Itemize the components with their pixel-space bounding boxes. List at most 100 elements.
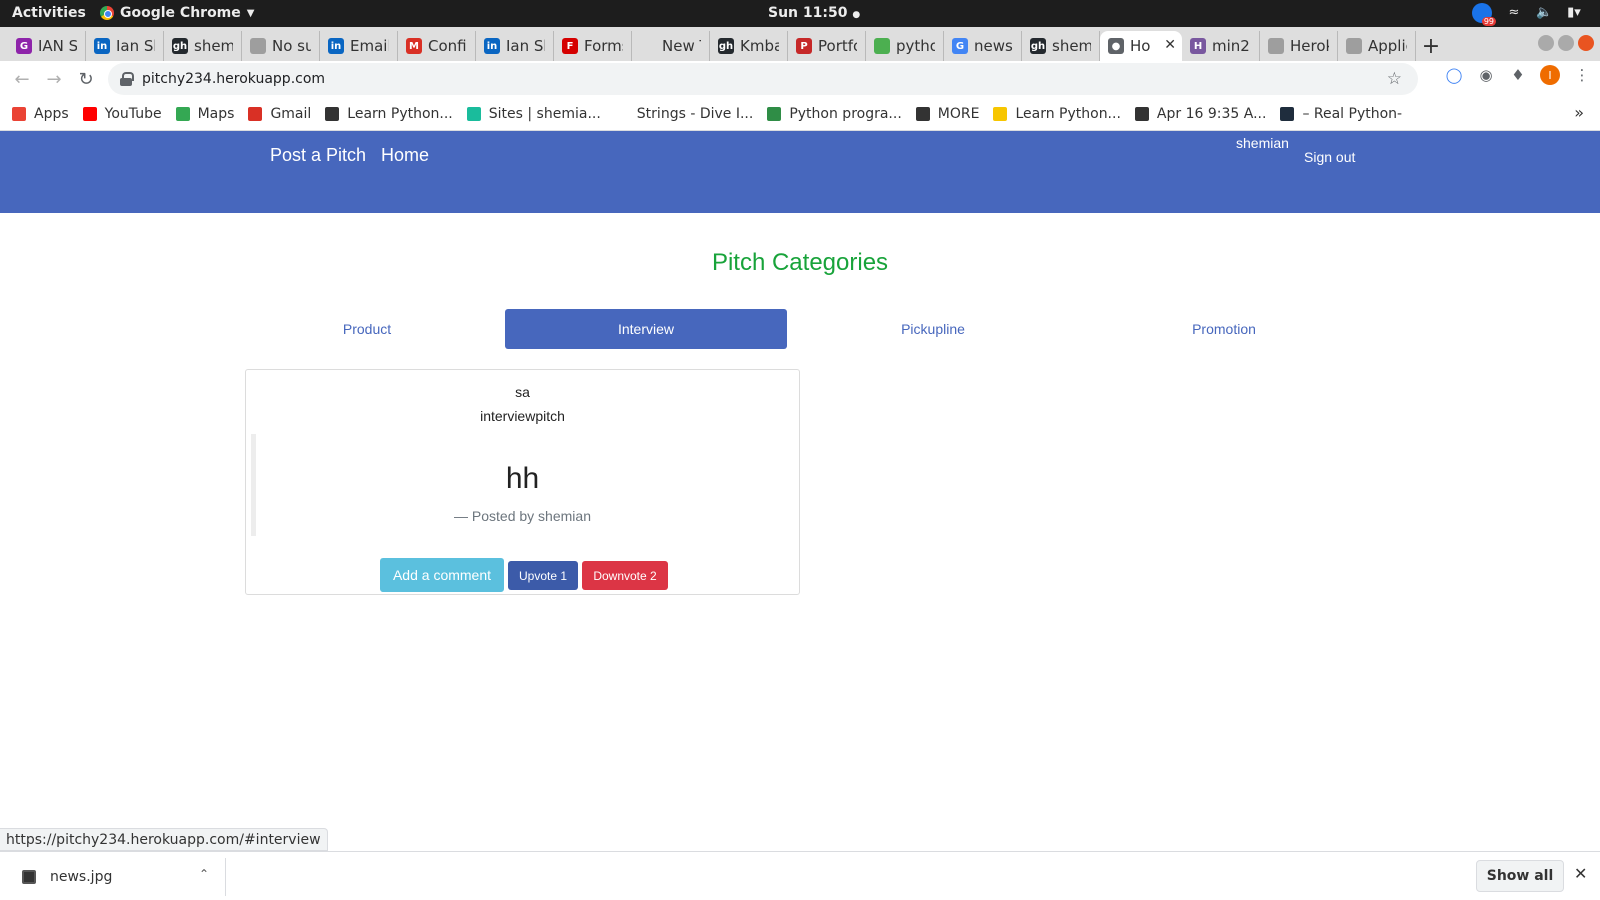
add-comment-button[interactable]: Add a comment	[380, 558, 504, 592]
browser-tab[interactable]: Gnews	[944, 31, 1022, 61]
bookmark-item[interactable]: Apr 16 9:35 A...	[1134, 105, 1267, 122]
post-pitch-link[interactable]: Post a Pitch	[270, 145, 366, 166]
tab-title: Applic	[1368, 37, 1407, 55]
bookmark-item[interactable]: Python progra...	[767, 105, 902, 122]
bookmark-item[interactable]: Gmail	[248, 106, 311, 122]
tab-title: Ian Sh	[116, 37, 155, 55]
browser-tab[interactable]: G IAN SH	[8, 31, 86, 61]
favicon-icon	[874, 38, 890, 54]
chevron-up-icon[interactable]: ⌃	[199, 867, 209, 881]
bookmark-label: Apr 16 9:35 A...	[1156, 105, 1267, 122]
browser-tab[interactable]: in Ian Sh	[476, 31, 554, 61]
new-tab-button[interactable]: +	[1416, 31, 1446, 61]
tab-close-icon[interactable]: ✕	[1164, 37, 1176, 53]
sign-out-link[interactable]: Sign out	[1304, 149, 1355, 165]
favicon-icon: F	[562, 38, 578, 54]
system-tray[interactable]: 99 ≈ 🔈 ▮▾	[1472, 3, 1582, 26]
bookmark-item[interactable]: YouTube	[82, 106, 162, 122]
reload-icon[interactable]: ↻	[70, 63, 102, 95]
activities-button[interactable]: Activities	[12, 5, 86, 21]
pitch-author: sa	[515, 384, 530, 400]
bookmarks-bar: Apps YouTube Maps Gmail Learn Python... Sites…	[0, 97, 1600, 131]
username-link[interactable]: shemian	[1236, 135, 1289, 151]
chrome-icon	[100, 6, 114, 20]
bookmark-label: Python progra...	[789, 105, 902, 122]
forward-arrow-icon[interactable]: →	[38, 63, 70, 95]
bookmark-label: Sites | shemia...	[488, 105, 601, 122]
bookmark-item[interactable]: Learn Python...	[993, 105, 1121, 122]
browser-tab[interactable]: ghshemi	[1022, 31, 1100, 61]
browser-tab[interactable]: gh Kmba	[710, 31, 788, 61]
browser-tab[interactable]: P Portfo	[788, 31, 866, 61]
home-link[interactable]: Home	[381, 145, 429, 166]
browser-tab[interactable]: ghshemi	[164, 31, 242, 61]
notification-icon[interactable]: 99	[1472, 3, 1496, 26]
site-navbar: Post a Pitch Home shemian Sign out	[0, 131, 1600, 213]
tab-strip: GIAN SHinIan ShghshemiNo suinEmailMConfi…	[0, 27, 1600, 61]
favicon-icon: P	[796, 38, 812, 54]
minimize-icon[interactable]	[1538, 35, 1554, 51]
address-bar[interactable]: pitchy234.herokuapp.com ☆	[108, 63, 1418, 95]
bookmark-item[interactable]: MORE	[915, 106, 979, 122]
browser-tab[interactable]: in Email	[320, 31, 398, 61]
favicon-icon	[640, 38, 656, 54]
lock-icon[interactable]	[120, 72, 134, 86]
browser-tab[interactable]: Hmin25	[1182, 31, 1260, 61]
extension-icon[interactable]: ◉	[1476, 65, 1496, 85]
browser-tab[interactable]: pytho	[866, 31, 944, 61]
browser-tab[interactable]: Applic	[1338, 31, 1416, 61]
bookmark-item[interactable]: Maps	[175, 106, 234, 122]
puzzle-icon[interactable]: ♦	[1508, 65, 1528, 85]
back-arrow-icon[interactable]: ←	[6, 63, 38, 95]
image-file-icon	[22, 870, 36, 884]
tab-active[interactable]: ● Ho ✕	[1100, 31, 1182, 61]
browser-tab[interactable]: Herok	[1260, 31, 1338, 61]
bookmark-item[interactable]: Sites | shemia...	[466, 105, 601, 122]
maximize-icon[interactable]	[1558, 35, 1574, 51]
tab-title: news	[974, 37, 1013, 55]
profile-avatar[interactable]: I	[1540, 65, 1560, 85]
tab-title: Herok	[1290, 37, 1329, 55]
download-item[interactable]: news.jpg ⌃	[12, 858, 226, 896]
bookmark-item[interactable]: Strings - Dive I...	[615, 106, 754, 122]
status-bubble: https://pitchy234.herokuapp.com/#intervi…	[0, 828, 328, 851]
download-file-name[interactable]: news.jpg	[50, 869, 112, 885]
tab-title: Ian Sh	[506, 37, 545, 55]
favicon-icon: in	[484, 38, 500, 54]
show-all-button[interactable]: Show all	[1476, 860, 1564, 892]
upvote-button[interactable]: Upvote 1	[508, 561, 578, 590]
browser-tab[interactable]: New Tab	[632, 31, 710, 61]
browser-tab[interactable]: No su	[242, 31, 320, 61]
browser-tab[interactable]: F Forms	[554, 31, 632, 61]
pitch-content: hh	[505, 462, 540, 495]
favicon-icon: gh	[718, 38, 734, 54]
tab-pickupline[interactable]: Pickupline	[792, 309, 1074, 349]
kebab-menu-icon[interactable]: ⋮	[1572, 65, 1592, 85]
bookmark-item[interactable]: Learn Python...	[325, 106, 453, 122]
pitch-category: interviewpitch	[480, 408, 565, 424]
globe-icon	[915, 106, 930, 121]
tab-title: Email	[350, 37, 389, 55]
globe-icon	[325, 106, 340, 121]
tab-promotion[interactable]: Promotion	[1083, 309, 1365, 349]
downvote-button[interactable]: Downvote 2	[582, 561, 668, 590]
tab-interview[interactable]: Interview	[505, 309, 787, 349]
system-top-bar: Activities Google Chrome ▼ Sun 11:50 ● 9…	[0, 0, 1600, 27]
close-window-icon[interactable]	[1578, 35, 1594, 51]
bookmark-item[interactable]: – Real Python-	[1280, 106, 1402, 122]
close-icon[interactable]: ✕	[1574, 864, 1587, 883]
bookmark-item[interactable]: Apps	[12, 106, 69, 122]
clock[interactable]: Sun 11:50 ●	[768, 5, 860, 21]
bookmark-star-icon[interactable]: ☆	[1387, 69, 1402, 89]
url-text[interactable]: pitchy234.herokuapp.com	[142, 71, 325, 87]
volume-icon: 🔈	[1536, 5, 1553, 20]
browser-tab[interactable]: in Ian Sh	[86, 31, 164, 61]
tab-title: New Tab	[662, 37, 701, 55]
tab-title: min25	[1212, 37, 1251, 55]
tab-product[interactable]: Product	[226, 309, 508, 349]
app-menu[interactable]: Google Chrome ▼	[100, 5, 254, 21]
extension-icon[interactable]: ◯	[1444, 65, 1464, 85]
browser-tab[interactable]: M Confi	[398, 31, 476, 61]
bookmarks-overflow-icon[interactable]: »	[1574, 103, 1584, 122]
bookmark-label: Learn Python...	[1015, 105, 1121, 122]
